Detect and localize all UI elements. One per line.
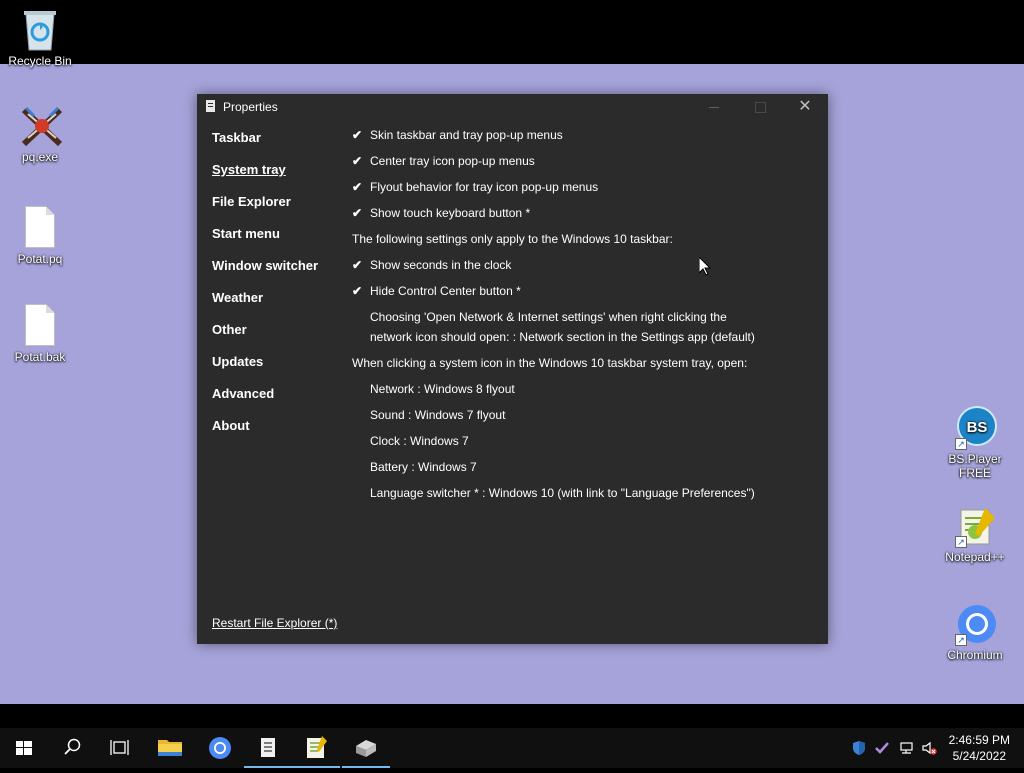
nav-item-taskbar[interactable]: Taskbar: [212, 130, 261, 145]
nav-item-about[interactable]: About: [212, 418, 250, 433]
close-button[interactable]: ✕: [782, 94, 828, 120]
notepad-plus-plus-icon: [307, 736, 327, 758]
taskbar-chromium[interactable]: [196, 728, 244, 768]
nav-item-updates[interactable]: Updates: [212, 354, 263, 369]
check-icon: ✔: [352, 128, 363, 142]
chromium-icon: [209, 737, 231, 759]
desktop-icon-label: pq.exe: [21, 150, 59, 164]
setting-network-flyout[interactable]: Network : Windows 8 flyout: [370, 382, 515, 396]
check-icon: ✔: [352, 284, 363, 298]
windows-logo-icon: [16, 741, 32, 755]
taskbar-file-explorer[interactable]: [146, 728, 194, 768]
minimize-button[interactable]: [691, 94, 737, 120]
clock-time: 2:46:59 PM: [948, 733, 1010, 747]
nav-item-weather[interactable]: Weather: [212, 290, 263, 305]
close-icon: ✕: [798, 98, 812, 115]
properties-window: Properties ✕ Taskbar System tray File Ex…: [197, 94, 828, 644]
check-icon: ✔: [352, 154, 363, 168]
nav-item-system-tray[interactable]: System tray: [212, 162, 286, 177]
mouse-cursor-icon: [699, 257, 711, 276]
setting-label: Show seconds in the clock: [370, 258, 512, 272]
folder-icon: [158, 740, 182, 756]
check-icon: ✔: [352, 258, 363, 272]
document-icon: [20, 304, 60, 348]
title-bar[interactable]: Properties ✕: [197, 94, 828, 120]
pq-exe-icon: [20, 104, 63, 148]
taskbar-clock[interactable]: 2:46:59 PM 5/24/2022: [949, 732, 1010, 764]
restart-file-explorer-link[interactable]: Restart File Explorer (*): [212, 616, 337, 630]
chromium-desktop-icon[interactable]: ↗ Chromium: [935, 602, 1015, 662]
nav-item-other[interactable]: Other: [212, 322, 247, 337]
app-icon: [206, 100, 215, 112]
volume-muted-icon[interactable]: [921, 740, 937, 756]
check-icon: ✔: [352, 180, 363, 194]
window-title: Properties: [223, 100, 278, 114]
desktop-icon-label: Notepad++: [945, 550, 1005, 564]
potat-bak-desktop-icon[interactable]: Potat.bak: [0, 304, 80, 364]
taskbar-pq-app[interactable]: [342, 728, 390, 768]
svg-text:BS: BS: [967, 419, 988, 436]
setting-label: Show touch keyboard button *: [370, 206, 531, 220]
recycle-bin-icon: [20, 8, 60, 52]
section-header-win10: The following settings only apply to the…: [352, 232, 673, 246]
setting-battery-flyout[interactable]: Battery : Windows 7: [370, 460, 477, 474]
start-button[interactable]: [0, 728, 48, 768]
shortcut-arrow-icon: ↗: [955, 536, 967, 548]
clock-date: 5/24/2022: [952, 749, 1006, 763]
shortcut-arrow-icon: ↗: [955, 438, 967, 450]
network-icon[interactable]: [899, 740, 915, 756]
section-header-tray: When clicking a system icon in the Windo…: [352, 356, 748, 370]
check-icon: ✔: [352, 206, 363, 220]
setting-label: Center tray icon pop-up menus: [370, 154, 535, 168]
bs-player-desktop-icon[interactable]: BS ↗ BS.Player FREE: [935, 406, 1015, 480]
setting-label: Hide Control Center button *: [370, 284, 521, 298]
desktop-icon-label: Recycle Bin: [8, 54, 72, 68]
setting-sound-flyout[interactable]: Sound : Windows 7 flyout: [370, 408, 505, 422]
setting-network-choice-line2[interactable]: network icon should open: : Network sect…: [370, 330, 755, 344]
taskbar: 2:46:59 PM 5/24/2022: [0, 728, 1024, 768]
bs-player-icon: BS ↗: [955, 406, 997, 450]
taskbar-notepad-plus-plus[interactable]: [292, 728, 340, 768]
notepad-plus-plus-desktop-icon[interactable]: ↗ Notepad++: [935, 504, 1015, 564]
setting-label: Skin taskbar and tray pop-up menus: [370, 128, 563, 142]
maximize-button[interactable]: [737, 94, 783, 120]
search-button[interactable]: [48, 728, 96, 768]
setting-label: Flyout behavior for tray icon pop-up men…: [370, 180, 599, 194]
recycle-bin-desktop-icon[interactable]: Recycle Bin: [0, 8, 80, 68]
pq-app-icon: [356, 740, 376, 757]
task-view-icon: [110, 740, 129, 755]
pq-exe-desktop-icon[interactable]: pq.exe: [0, 104, 80, 164]
desktop-icon-label: Potat.pq: [17, 252, 63, 266]
checkmark-tray-icon[interactable]: [874, 740, 890, 756]
document-icon: [20, 206, 60, 250]
nav-item-file-explorer[interactable]: File Explorer: [212, 194, 291, 209]
potat-pq-desktop-icon[interactable]: Potat.pq: [0, 206, 80, 266]
setting-clock-flyout[interactable]: Clock : Windows 7: [370, 434, 469, 448]
desktop-icon-label: BS.Player FREE: [948, 452, 1002, 480]
windows-security-icon[interactable]: [851, 740, 867, 756]
desktop-icon-label: Chromium: [947, 648, 1003, 662]
nav-item-start-menu[interactable]: Start menu: [212, 226, 280, 241]
nav-item-window-switcher[interactable]: Window switcher: [212, 258, 318, 273]
taskbar-properties-app[interactable]: [244, 728, 292, 768]
task-view-button[interactable]: [96, 728, 144, 768]
notepad-plus-plus-icon: ↗: [955, 504, 995, 548]
setting-network-choice-line1[interactable]: Choosing 'Open Network & Internet settin…: [370, 310, 727, 324]
search-icon: [64, 738, 81, 755]
desktop-icon-label: Potat.bak: [14, 350, 66, 364]
setting-language-switcher[interactable]: Language switcher * : Windows 10 (with l…: [370, 486, 755, 500]
properties-app-icon: [261, 738, 275, 757]
chromium-icon: ↗: [955, 602, 996, 646]
nav-item-advanced[interactable]: Advanced: [212, 386, 274, 401]
shortcut-arrow-icon: ↗: [955, 634, 967, 646]
